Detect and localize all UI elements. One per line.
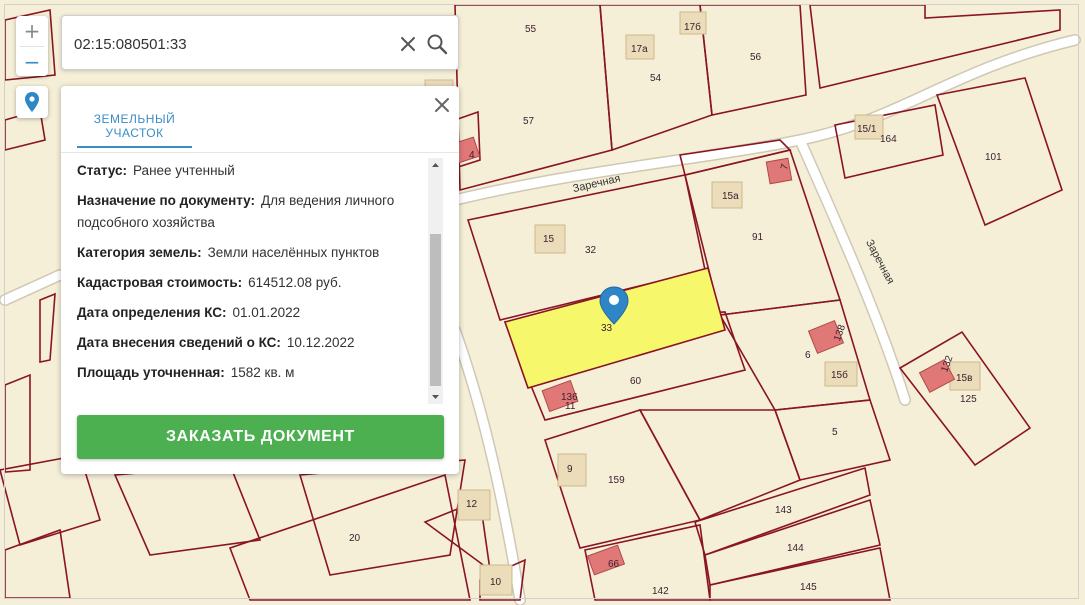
- building-label: 9: [567, 464, 573, 475]
- building-label: 15в: [956, 373, 972, 384]
- scroll-up-icon[interactable]: [428, 158, 443, 172]
- building-label: 17б: [684, 21, 701, 33]
- attribute-key: Площадь уточненная:: [77, 365, 225, 380]
- parcel-label: 33: [601, 323, 613, 334]
- search-box: [61, 15, 459, 70]
- attribute-row: Площадь уточненная: 1582 кв. м: [77, 362, 421, 384]
- attribute-key: Кадастровая стоимость:: [77, 275, 243, 290]
- attribute-row: Кадастровая стоимость: 614512.08 руб.: [77, 272, 421, 294]
- close-icon[interactable]: [431, 94, 453, 116]
- parcel-label: 125: [960, 394, 977, 405]
- map-pin-icon: [25, 92, 39, 112]
- attribute-key: Назначение по документу:: [77, 193, 255, 208]
- parcel-label: 159: [608, 475, 625, 486]
- parcel-label: 144: [787, 543, 804, 554]
- parcel-label: 60: [630, 376, 642, 387]
- tab-label-line1: ЗЕМЕЛЬНЫЙ: [93, 112, 176, 126]
- building-label: 15б: [831, 369, 848, 381]
- parcel-label: 32: [585, 245, 597, 256]
- parcel-attributes: Статус: Ранее учтенный Назначение по доку…: [77, 160, 421, 406]
- scroll-down-icon[interactable]: [428, 390, 443, 404]
- attribute-key: Статус:: [77, 163, 127, 178]
- attribute-key: Дата внесения сведений о КС:: [77, 335, 281, 350]
- attribute-value: 10.12.2022: [286, 335, 355, 350]
- building-label: 15: [543, 234, 555, 245]
- zoom-control: + −: [16, 16, 48, 76]
- attribute-value: Земли населённых пунктов: [207, 245, 380, 260]
- attribute-key: Категория земель:: [77, 245, 202, 260]
- parcel-label: 5: [832, 427, 838, 438]
- parcel-label: 20: [349, 533, 361, 544]
- clear-icon[interactable]: [398, 34, 418, 54]
- building-label: 66: [608, 559, 620, 570]
- search-icon[interactable]: [426, 33, 448, 55]
- parcel-info-panel: ЗЕМЕЛЬНЫЙ УЧАСТОК Статус: Ранее учтенный …: [61, 86, 459, 474]
- attribute-value: 01.01.2022: [232, 305, 301, 320]
- building-label: 4: [469, 150, 475, 161]
- scrollbar-thumb[interactable]: [430, 234, 441, 386]
- attribute-row: Дата внесения сведений о КС: 10.12.2022: [77, 332, 421, 354]
- panel-divider: [61, 152, 459, 153]
- parcel-label: 164: [880, 134, 897, 145]
- building-label: 15/1: [857, 124, 877, 135]
- attribute-row: Категория земель: Земли населённых пункто…: [77, 242, 421, 264]
- parcel-label: 56: [750, 52, 762, 63]
- parcel-label: 143: [775, 505, 792, 516]
- order-document-button[interactable]: ЗАКАЗАТЬ ДОКУМЕНТ: [77, 415, 444, 459]
- attribute-row: Статус: Ранее учтенный: [77, 160, 421, 182]
- parcel-label: 54: [650, 73, 662, 84]
- locate-button[interactable]: [16, 86, 48, 118]
- attribute-row: Назначение по документу: Для ведения личн…: [77, 190, 421, 234]
- parcel-label: 101: [985, 152, 1002, 163]
- tab-land-plot[interactable]: ЗЕМЕЛЬНЫЙ УЧАСТОК: [77, 112, 192, 148]
- attribute-value: 1582 кв. м: [230, 365, 295, 380]
- building-label: 12: [466, 499, 478, 510]
- tab-label-line2: УЧАСТОК: [105, 126, 164, 140]
- attribute-key: Дата определения КС:: [77, 305, 227, 320]
- parcel-label: 142: [652, 586, 669, 597]
- parcel-label: 57: [523, 116, 535, 127]
- parcel-label: 91: [752, 232, 764, 243]
- parcel-label: 55: [525, 24, 537, 35]
- parcel-label: 6: [805, 350, 811, 361]
- zoom-in-button[interactable]: +: [16, 16, 48, 46]
- building-label: 15а: [722, 191, 739, 202]
- parcel-label: 145: [800, 582, 817, 593]
- attribute-value: 614512.08 руб.: [248, 275, 342, 290]
- building-label: 11: [565, 401, 576, 412]
- building-label: 10: [490, 577, 502, 588]
- attribute-row: Дата определения КС: 01.01.2022: [77, 302, 421, 324]
- building-label: 17а: [631, 44, 648, 55]
- zoom-out-button[interactable]: −: [16, 47, 48, 77]
- search-input[interactable]: [72, 30, 386, 58]
- panel-scrollbar[interactable]: [428, 158, 443, 404]
- attribute-value: Ранее учтенный: [133, 163, 235, 178]
